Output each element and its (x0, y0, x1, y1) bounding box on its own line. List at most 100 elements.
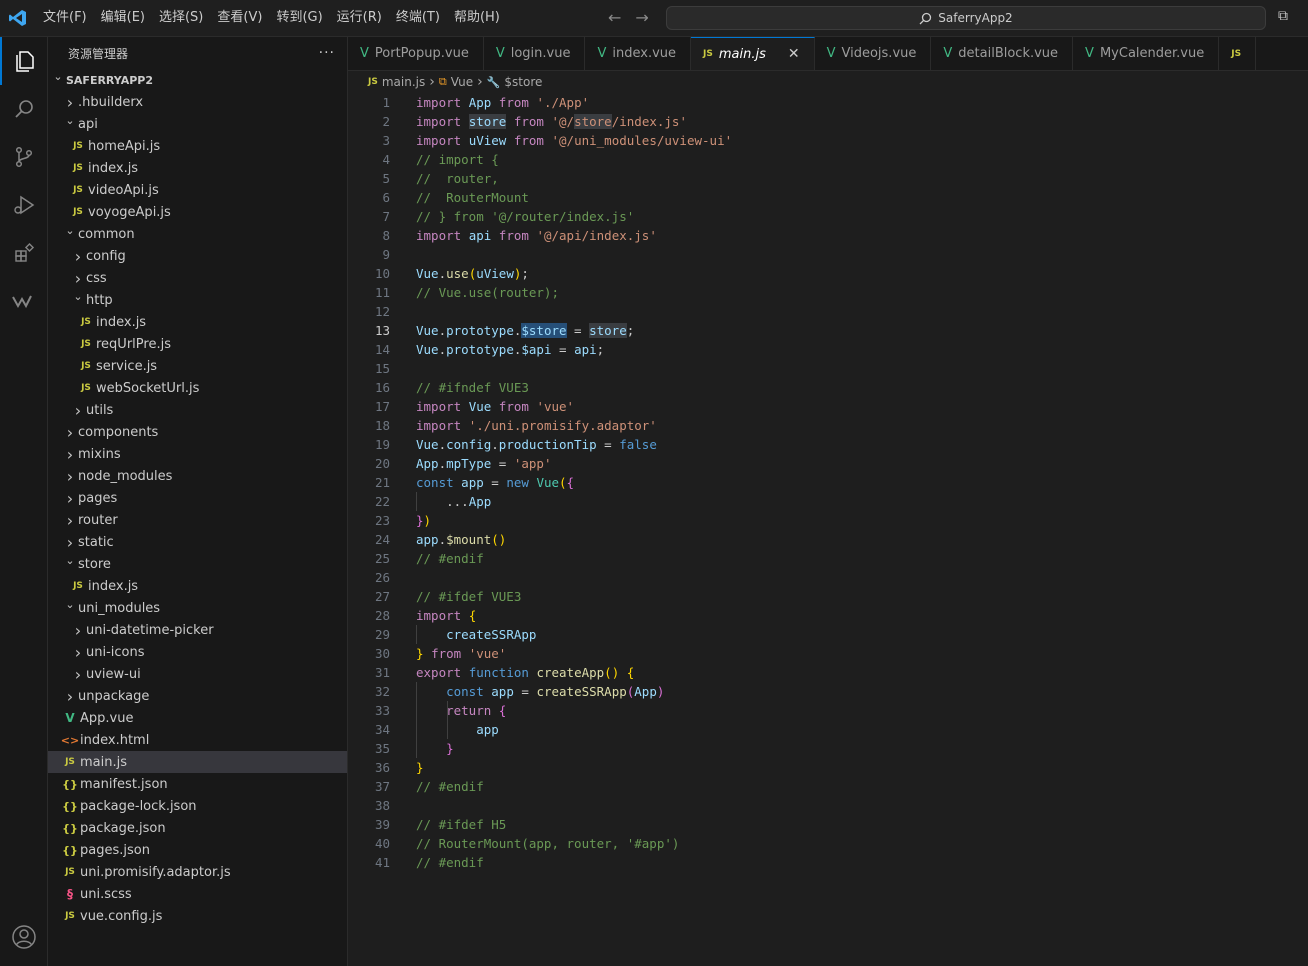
menu-item[interactable]: 编辑(E) (94, 0, 152, 36)
tree-folder[interactable]: › static (48, 531, 347, 553)
code-token: ; (521, 266, 529, 281)
wakatime-icon[interactable] (0, 277, 48, 325)
code-token: ) (656, 684, 665, 699)
forward-arrow-icon[interactable]: → (635, 8, 648, 27)
tree-folder[interactable]: ⌄ common (48, 223, 347, 245)
tree-item-label: package-lock.json (80, 798, 197, 814)
tab-videojs-vue[interactable]: V Videojs.vue (815, 37, 932, 70)
tree-file[interactable]: JS webSocketUrl.js (48, 377, 347, 399)
tree-file[interactable]: JS index.js (48, 157, 347, 179)
tree-file[interactable]: {} manifest.json (48, 773, 347, 795)
code-line: 13 Vue.prototype.$store = store; (348, 321, 1308, 340)
tree-file[interactable]: JS service.js (48, 355, 347, 377)
back-arrow-icon[interactable]: ← (608, 8, 621, 27)
line-number: 27 (374, 589, 390, 604)
extensions-icon[interactable] (0, 229, 48, 277)
tree-folder[interactable]: › config (48, 245, 347, 267)
tree-folder[interactable]: › uview-ui (48, 663, 347, 685)
tree-file[interactable]: {} package.json (48, 817, 347, 839)
breadcrumb-item[interactable]: $store (504, 75, 542, 89)
js-file-icon: JS (81, 317, 91, 327)
tree-item-label: index.js (88, 578, 139, 594)
search-icon[interactable] (0, 85, 48, 133)
menu-item[interactable]: 转到(G) (269, 0, 329, 36)
menu-item[interactable]: 运行(R) (330, 0, 389, 36)
tree-folder[interactable]: ⌄ api (48, 113, 347, 135)
tree-folder[interactable]: › utils (48, 399, 347, 421)
tree-file[interactable]: JS voyogeApi.js (48, 201, 347, 223)
account-icon[interactable] (0, 913, 48, 961)
tree-item-label: vue.config.js (80, 908, 163, 924)
run-debug-icon[interactable] (0, 181, 48, 229)
menu-item[interactable]: 选择(S) (152, 0, 210, 36)
code-text: // import { (416, 150, 499, 169)
chevron-down-icon: ⌄ (65, 553, 75, 567)
line-number: 12 (374, 304, 390, 319)
breadcrumb-item[interactable]: Vue (451, 75, 473, 89)
tree-file[interactable]: JS uni.promisify.adaptor.js (48, 861, 347, 883)
line-number: 40 (374, 836, 390, 851)
tree-folder[interactable]: › router (48, 509, 347, 531)
tree-file[interactable]: {} package-lock.json (48, 795, 347, 817)
tree-item-label: main.js (80, 754, 127, 770)
menu-item[interactable]: 终端(T) (389, 0, 447, 36)
code-line: 23}) (348, 511, 1308, 530)
search-icon (919, 12, 932, 24)
tree-folder[interactable]: › .hbuilderx (48, 91, 347, 113)
code-token: = (596, 437, 620, 452)
code-editor[interactable]: 1 import App from './App' 2 import store fr… (348, 93, 1308, 966)
code-token: prototype (446, 342, 514, 357)
line-number: 6 (382, 190, 390, 205)
menu-item[interactable]: 帮助(H) (447, 0, 507, 36)
tree-item-label: App.vue (80, 710, 134, 726)
code-token: '@/ (551, 114, 575, 129)
tree-folder[interactable]: › unpackage (48, 685, 347, 707)
tree-file[interactable]: JS index.js (48, 575, 347, 597)
tab-mycalender-vue[interactable]: V MyCalender.vue (1073, 37, 1220, 70)
copilot-icon[interactable]: ⧉ (1278, 8, 1288, 24)
more-actions-icon[interactable]: ··· (319, 45, 335, 61)
tab-main-js[interactable]: JS main.js ✕ (691, 37, 815, 70)
breadcrumb-item[interactable]: main.js (382, 75, 425, 89)
explorer-icon[interactable] (0, 37, 48, 85)
tab-overflow[interactable]: JS (1219, 37, 1257, 70)
tab-portpopup-vue[interactable]: V PortPopup.vue (348, 37, 484, 70)
tree-file[interactable]: JS main.js (48, 751, 347, 773)
code-token: { (566, 475, 575, 490)
tree-folder[interactable]: › node_modules (48, 465, 347, 487)
tree-file[interactable]: JS vue.config.js (48, 905, 347, 927)
tree-folder[interactable]: ⌄ http (48, 289, 347, 311)
tree-file[interactable]: JS videoApi.js (48, 179, 347, 201)
command-center-search[interactable]: SaferryApp2 (666, 6, 1266, 30)
tab-detailblock-vue[interactable]: VdetailBlock.vue (931, 37, 1074, 70)
tree-file[interactable]: V App.vue (48, 707, 347, 729)
tab-label: MyCalender.vue (1099, 46, 1205, 61)
tree-folder[interactable]: ⌄ SAFERRYAPP2 (48, 69, 347, 91)
tree-folder[interactable]: › uni-datetime-picker (48, 619, 347, 641)
code-token: } (416, 513, 424, 528)
tree-folder[interactable]: ⌄ store (48, 553, 347, 575)
tree-file[interactable]: § uni.scss (48, 883, 347, 905)
menu-item[interactable]: 查看(V) (210, 0, 269, 36)
explorer-header: 资源管理器 ··· (48, 37, 347, 69)
tree-file[interactable]: {} pages.json (48, 839, 347, 861)
tree-file[interactable]: <> index.html (48, 729, 347, 751)
close-icon[interactable]: ✕ (788, 46, 800, 62)
menu-item[interactable]: 文件(F) (36, 0, 94, 36)
tab-index-vue[interactable]: Vindex.vue (585, 37, 692, 70)
tree-folder[interactable]: › components (48, 421, 347, 443)
tree-folder[interactable]: › css (48, 267, 347, 289)
tree-folder[interactable]: ⌄ uni_modules (48, 597, 347, 619)
tree-folder[interactable]: › uni-icons (48, 641, 347, 663)
tree-folder[interactable]: › pages (48, 487, 347, 509)
source-control-icon[interactable] (0, 133, 48, 181)
tree-item-label: package.json (80, 820, 166, 836)
tree-file[interactable]: JS index.js (48, 311, 347, 333)
tree-folder[interactable]: › mixins (48, 443, 347, 465)
tree-file[interactable]: JS homeApi.js (48, 135, 347, 157)
tab-login-vue[interactable]: Vlogin.vue (484, 37, 586, 70)
tree-file[interactable]: JS reqUrlPre.js (48, 333, 347, 355)
activity-bar (0, 37, 48, 966)
